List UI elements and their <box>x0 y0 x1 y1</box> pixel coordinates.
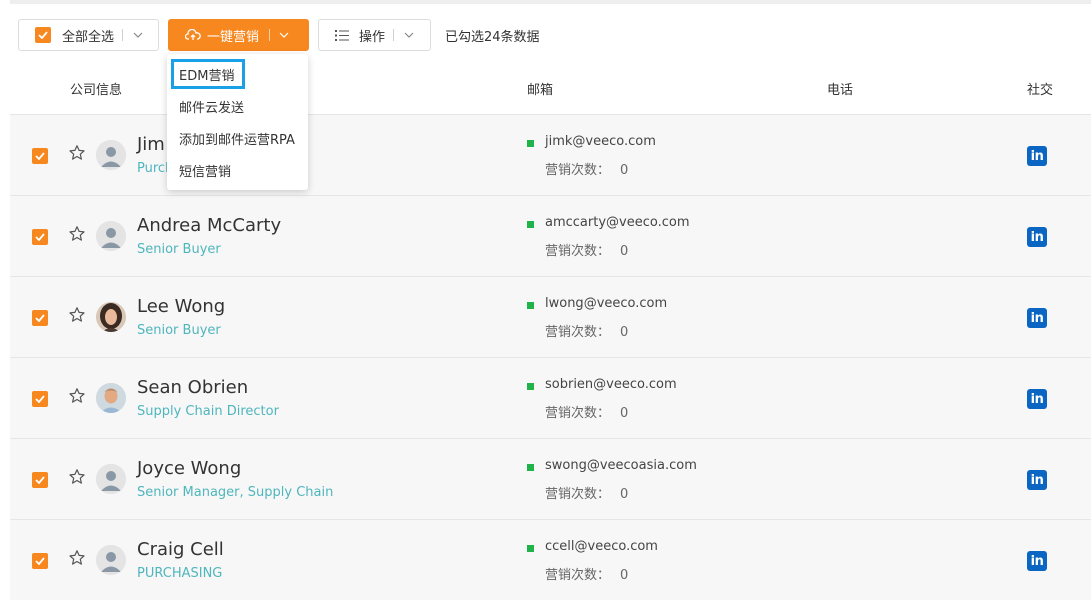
menu-item-edm[interactable]: EDM营销 <box>171 59 245 89</box>
contact-email[interactable]: swong@veecoasia.com <box>545 458 697 473</box>
contact-email[interactable]: sobrien@veeco.com <box>545 377 677 392</box>
marketing-count: 营销次数： 0 <box>545 321 628 340</box>
star-icon[interactable] <box>68 468 86 491</box>
marketing-count-value: 0 <box>620 568 629 583</box>
contact-title: Senior Buyer <box>137 323 221 338</box>
linkedin-icon[interactable]: in <box>1027 389 1047 409</box>
email-status-dot <box>527 140 534 147</box>
table-row[interactable]: Joyce Wong Senior Manager, Supply Chain sw… <box>10 438 1091 519</box>
menu-item-mail-cloud[interactable]: 邮件云发送 <box>179 97 244 116</box>
marketing-count-label: 营销次数： <box>545 406 611 421</box>
table-row[interactable]: Craig Cell PURCHASING ccell@veeco.com 营销次数：… <box>10 519 1091 600</box>
chevron-down-icon[interactable] <box>404 32 414 38</box>
contact-name[interactable]: Lee Wong <box>137 296 225 317</box>
contact-name[interactable]: Sean Obrien <box>137 377 248 398</box>
contact-title: Senior Buyer <box>137 242 221 257</box>
email-status-dot <box>527 464 534 471</box>
email-status-dot <box>527 221 534 228</box>
row-checkbox[interactable] <box>32 553 48 569</box>
marketing-count: 营销次数： 0 <box>545 483 628 502</box>
email-status-dot <box>527 302 534 309</box>
star-icon[interactable] <box>68 387 86 410</box>
marketing-count-label: 营销次数： <box>545 244 611 259</box>
row-checkbox[interactable] <box>32 310 48 326</box>
select-all-label: 全部全选 <box>62 29 115 45</box>
chevron-down-icon[interactable] <box>133 32 143 38</box>
one-click-marketing-button[interactable]: 一键营销 <box>168 19 309 51</box>
marketing-count-label: 营销次数： <box>545 325 611 340</box>
avatar <box>96 383 126 413</box>
table-row[interactable]: Lee Wong Senior Buyer lwong@veeco.com 营销次数：… <box>10 276 1091 357</box>
contact-name[interactable]: Craig Cell <box>137 539 224 560</box>
contact-email[interactable]: jimk@veeco.com <box>545 134 656 149</box>
linkedin-icon[interactable]: in <box>1027 551 1047 571</box>
marketing-count: 营销次数： 0 <box>545 159 628 178</box>
contact-name[interactable]: Jim <box>137 134 165 155</box>
row-checkbox[interactable] <box>32 148 48 164</box>
divider <box>393 29 395 41</box>
star-icon[interactable] <box>68 225 86 248</box>
header-company: 公司信息 <box>70 83 123 98</box>
marketing-count-value: 0 <box>620 406 629 421</box>
avatar <box>96 302 126 332</box>
row-checkbox[interactable] <box>32 229 48 245</box>
contact-title: PURCHASING <box>137 566 223 581</box>
operations-label: 操作 <box>359 29 386 45</box>
select-all-button[interactable]: 全部全选 <box>18 19 159 51</box>
contact-email[interactable]: ccell@veeco.com <box>545 539 658 554</box>
email-status-dot <box>527 545 534 552</box>
linkedin-icon[interactable]: in <box>1027 308 1047 328</box>
marketing-dropdown-menu: EDM营销 邮件云发送 添加到邮件运营RPA 短信营销 <box>167 54 308 190</box>
table-row[interactable]: Sean Obrien Supply Chain Director sobrien@… <box>10 357 1091 438</box>
table-row[interactable]: Andrea McCarty Senior Buyer amccarty@veeco… <box>10 195 1091 276</box>
marketing-count-value: 0 <box>620 325 629 340</box>
cloud-upload-icon <box>185 29 201 41</box>
marketing-count: 营销次数： 0 <box>545 240 628 259</box>
top-strip <box>10 0 1091 4</box>
marketing-count-value: 0 <box>620 244 629 259</box>
toolbar: 全部全选 一键营销 操作 已勾选24条数据 <box>18 19 540 51</box>
contact-email[interactable]: lwong@veeco.com <box>545 296 667 311</box>
checkbox-checked-icon[interactable] <box>35 27 51 43</box>
linkedin-icon[interactable]: in <box>1027 470 1047 490</box>
divider <box>122 29 124 41</box>
row-checkbox[interactable] <box>32 472 48 488</box>
selection-count-text: 已勾选24条数据 <box>445 29 540 45</box>
contact-name[interactable]: Joyce Wong <box>137 458 241 479</box>
contact-title: Senior Manager, Supply Chain <box>137 485 334 500</box>
marketing-count-label: 营销次数： <box>545 487 611 502</box>
linkedin-icon[interactable]: in <box>1027 227 1047 247</box>
linkedin-icon[interactable]: in <box>1027 146 1047 166</box>
star-icon[interactable] <box>68 306 86 329</box>
menu-item-add-to-rpa[interactable]: 添加到邮件运营RPA <box>179 129 295 148</box>
list-icon <box>335 29 349 41</box>
marketing-count-value: 0 <box>620 487 629 502</box>
avatar <box>96 140 126 170</box>
avatar <box>96 221 126 251</box>
header-phone: 电话 <box>827 83 854 98</box>
header-social: 社交 <box>1027 83 1054 98</box>
one-click-marketing-label: 一键营销 <box>207 29 260 45</box>
row-checkbox[interactable] <box>32 391 48 407</box>
marketing-count: 营销次数： 0 <box>545 402 628 421</box>
star-icon[interactable] <box>68 549 86 572</box>
operations-button[interactable]: 操作 <box>318 19 431 51</box>
avatar <box>96 464 126 494</box>
email-status-dot <box>527 383 534 390</box>
contact-email[interactable]: amccarty@veeco.com <box>545 215 690 230</box>
marketing-count: 营销次数： 0 <box>545 564 628 583</box>
contact-name[interactable]: Andrea McCarty <box>137 215 281 236</box>
contact-title: Supply Chain Director <box>137 404 279 419</box>
marketing-count-value: 0 <box>620 163 629 178</box>
avatar <box>96 545 126 575</box>
chevron-down-icon[interactable] <box>279 32 289 38</box>
menu-item-sms[interactable]: 短信营销 <box>179 161 231 180</box>
header-email: 邮箱 <box>527 83 554 98</box>
marketing-count-label: 营销次数： <box>545 163 611 178</box>
marketing-count-label: 营销次数： <box>545 568 611 583</box>
divider <box>269 29 271 41</box>
star-icon[interactable] <box>68 144 86 167</box>
